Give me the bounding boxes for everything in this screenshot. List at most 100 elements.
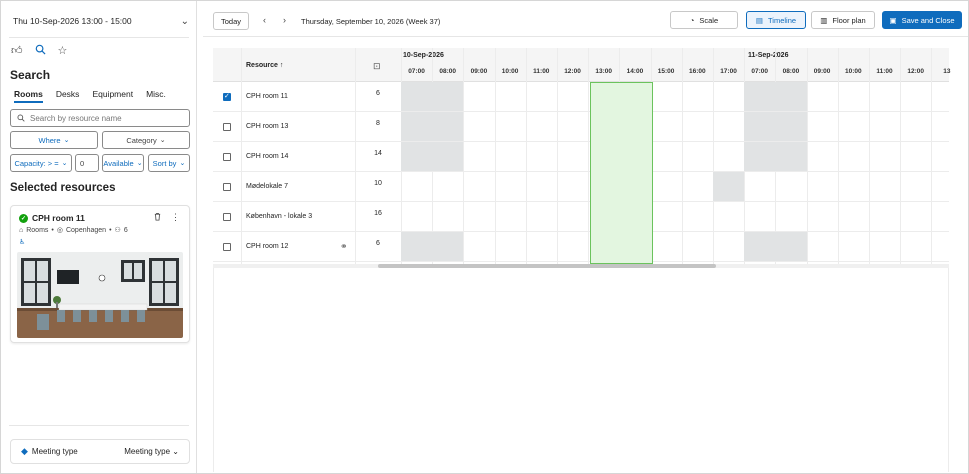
row-checkbox[interactable]	[223, 183, 231, 191]
divider	[9, 425, 189, 426]
search-title: Search	[10, 68, 51, 82]
today-button[interactable]: Today	[213, 12, 249, 30]
resource-row[interactable]: Mødelokale 7 10	[213, 172, 949, 202]
separator-dot: •	[51, 226, 54, 234]
grid-empty-area	[213, 268, 949, 472]
resource-name[interactable]: CPH room 14	[246, 153, 288, 160]
search-panel: Thu 10-Sep-2026 13:00 - 15:00 ⌄ 👍︎ ☆ Sea…	[1, 1, 197, 473]
scale-label: Scale	[699, 15, 719, 25]
resource-capacity: 8	[376, 120, 380, 127]
search-icon	[17, 114, 25, 122]
save-icon: ▣	[889, 15, 897, 25]
search-mode-icons: 👍︎ ☆	[11, 44, 67, 58]
row-checkbox[interactable]	[223, 243, 231, 251]
timeline-icon: ▤	[755, 15, 763, 25]
chevron-down-icon: ⌄	[63, 137, 70, 144]
trash-icon[interactable]	[153, 212, 162, 223]
meeting-type-dropdown[interactable]: Meeting type ⌄	[124, 447, 179, 456]
hour-label: 12:00	[564, 68, 581, 75]
chevron-down-icon: ⌄	[159, 137, 166, 144]
card-name: CPH room 11	[32, 213, 85, 223]
hour-label: 08:00	[439, 68, 456, 75]
tag-icon: ◆	[21, 446, 28, 456]
current-date-label: Thursday, September 10, 2026 (Week 37)	[301, 17, 441, 26]
resource-tabs: Rooms Desks Equipment Misc.	[14, 89, 166, 103]
row-checkbox[interactable]	[223, 213, 231, 221]
building-icon: ⌂	[19, 226, 24, 234]
capacity-input[interactable]: 0	[75, 154, 99, 172]
selected-resources-title: Selected resources	[10, 182, 116, 194]
top-toolbar: Today ‹ › Thursday, September 10, 2026 (…	[203, 1, 968, 37]
hour-label: 13	[943, 68, 951, 75]
resource-row[interactable]: CPH room 13 8	[213, 112, 949, 142]
meeting-type-row[interactable]: ◆ Meeting type Meeting type ⌄	[10, 439, 190, 464]
chevron-down-icon: ⌄	[61, 160, 68, 167]
thumbs-up-icon[interactable]: 👍︎	[11, 44, 23, 58]
date-label-day2: 11-Sep-2026	[748, 52, 789, 59]
date-time-selector[interactable]: Thu 10-Sep-2026 13:00 - 15:00 ⌄	[9, 9, 189, 33]
chevron-down-icon: ⌄	[180, 15, 189, 27]
resource-capacity: 6	[376, 90, 380, 97]
row-checkbox[interactable]	[223, 123, 231, 131]
resource-search-input[interactable]: Search by resource name	[10, 109, 190, 127]
star-icon[interactable]: ☆	[58, 44, 68, 58]
resource-name[interactable]: CPH room 13	[246, 123, 288, 130]
resource-column-header[interactable]: Resource ↑	[246, 62, 283, 69]
resource-name[interactable]: Mødelokale 7	[246, 183, 288, 190]
resource-capacity: 16	[374, 210, 382, 217]
card-tools: ⋮	[153, 212, 180, 223]
scale-icon: ◔	[689, 15, 695, 25]
hour-label: 10:00	[501, 68, 519, 75]
timeline-button[interactable]: ▤ Timeline	[746, 11, 806, 29]
row-checkbox[interactable]	[223, 92, 231, 101]
available-dropdown[interactable]: Available ⌄	[102, 154, 144, 172]
chevron-left-icon[interactable]: ‹	[263, 15, 266, 25]
hour-label: 13:00	[595, 68, 612, 75]
resource-row[interactable]: CPH room 11 6	[213, 82, 949, 112]
capacity-dropdown[interactable]: Capacity: > = ⌄	[10, 154, 72, 172]
tab-rooms[interactable]: Rooms	[14, 89, 43, 103]
tab-equipment[interactable]: Equipment	[92, 89, 133, 103]
hour-label: 17:00	[720, 68, 737, 75]
card-location: Copenhagen	[65, 226, 107, 234]
floor-plan-label: Floor plan	[832, 15, 866, 25]
card-capacity: 6	[123, 226, 128, 234]
category-label: Category	[126, 135, 157, 145]
chevron-down-icon: ⌄	[136, 160, 143, 167]
search-icon[interactable]	[35, 44, 46, 58]
selected-time-block[interactable]	[590, 82, 653, 264]
chevron-down-icon: ⌄	[172, 447, 179, 456]
hour-label: 08:00	[782, 68, 800, 75]
row-checkbox[interactable]	[223, 153, 231, 161]
more-options-icon[interactable]: ⋮	[171, 212, 180, 223]
selected-resource-card[interactable]: ✓ CPH room 11 ⋮ ⌂ Rooms • ◎ Copenhagen •…	[10, 205, 190, 343]
sort-by-label: Sort by	[152, 158, 177, 168]
resource-capacity: 6	[376, 240, 380, 247]
resource-row[interactable]: København - lokale 3 16	[213, 202, 949, 232]
tab-misc[interactable]: Misc.	[146, 89, 166, 103]
hour-label: 07:00	[408, 68, 425, 75]
save-and-close-label: Save and Close	[901, 15, 955, 25]
sort-by-dropdown[interactable]: Sort by ⌄	[148, 154, 190, 172]
date-label-day1: 10-Sep-2026	[403, 52, 444, 59]
card-meta: ⌂ Rooms • ◎ Copenhagen • ⚇ 6	[19, 226, 128, 235]
card-type: Rooms	[26, 226, 49, 234]
category-dropdown[interactable]: Category ⌄	[102, 131, 190, 149]
resource-row[interactable]: CPH room 14 14	[213, 142, 949, 172]
resource-name[interactable]: CPH room 12	[246, 243, 288, 250]
scale-button[interactable]: ◔ Scale	[670, 11, 738, 29]
chevron-right-icon[interactable]: ›	[283, 15, 286, 25]
resource-name[interactable]: København - lokale 3	[246, 213, 312, 220]
tab-desks[interactable]: Desks	[56, 89, 80, 103]
where-dropdown[interactable]: Where ⌄	[10, 131, 98, 149]
people-icon: ⚇	[114, 227, 121, 234]
hour-label: 09:00	[470, 68, 488, 75]
floor-plan-button[interactable]: ▥ Floor plan	[811, 11, 875, 29]
resource-name[interactable]: CPH room 11	[246, 93, 288, 100]
card-title: ✓ CPH room 11	[19, 213, 85, 223]
save-and-close-button[interactable]: ▣ Save and Close	[882, 11, 962, 29]
divider	[9, 37, 189, 38]
available-label: Available	[103, 158, 134, 168]
resource-row[interactable]: CPH room 12 6 ⚭	[213, 232, 949, 262]
timeline-grid: Resource ↑ ⊡ 10-Sep-2026 11-Sep-2026 07:…	[213, 48, 951, 272]
